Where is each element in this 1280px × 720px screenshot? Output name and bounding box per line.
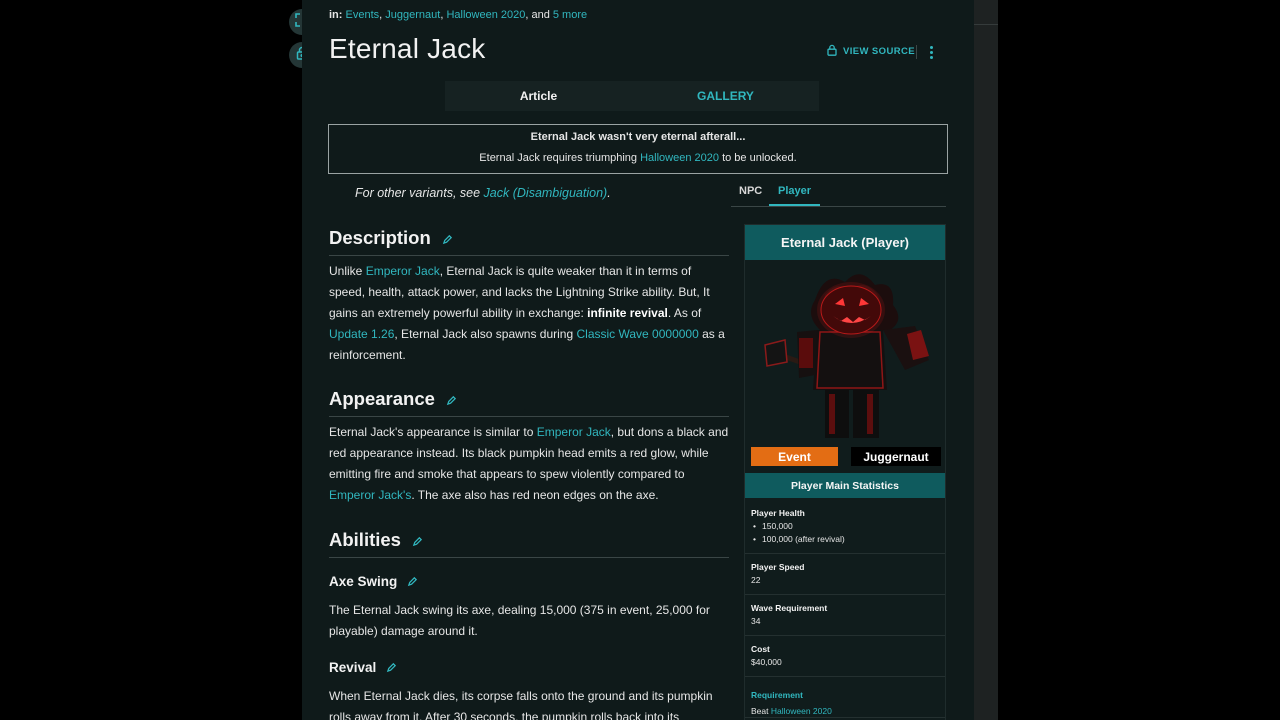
- infobox: Eternal Jack (Player) Event Juggernaut P…: [744, 224, 946, 720]
- revival-text: When Eternal Jack dies, its corpse falls…: [329, 689, 713, 720]
- notice-box: Eternal Jack wasn't very eternal afteral…: [328, 124, 948, 174]
- edit-icon[interactable]: [412, 530, 423, 552]
- tab-npc[interactable]: NPC: [739, 185, 762, 197]
- infobox-badges: Event Juggernaut: [751, 447, 941, 467]
- stat-requirement: Requirement Beat Halloween 2020: [745, 677, 945, 718]
- emperor-jack-link[interactable]: Emperor Jack: [537, 425, 611, 439]
- emperor-jack-link[interactable]: Emperor Jack: [366, 264, 440, 278]
- subsection-heading-axe-swing: Axe Swing: [329, 574, 418, 590]
- axe-swing-text: The Eternal Jack swing its axe, dealing …: [329, 603, 710, 638]
- category-link-halloween-2020[interactable]: Halloween 2020: [446, 9, 525, 21]
- appearance-text: Eternal Jack's appearance is similar to …: [329, 425, 729, 502]
- description-text: Unlike Emperor Jack, Eternal Jack is qui…: [329, 264, 725, 362]
- scrollbar-track[interactable]: [974, 0, 998, 720]
- active-tab-indicator: [769, 204, 820, 206]
- list-item: 150,000: [751, 520, 945, 533]
- category-more-link[interactable]: 5 more: [553, 9, 587, 21]
- page-tabs: Article GALLERY: [445, 81, 819, 111]
- more-options-icon[interactable]: [924, 43, 938, 61]
- category-link-events[interactable]: Events: [346, 9, 380, 21]
- lock-icon: [826, 44, 838, 59]
- page-title: Eternal Jack: [329, 33, 486, 64]
- jack-disambiguation-link[interactable]: Jack (Disambiguation): [484, 186, 608, 200]
- tab-gallery[interactable]: GALLERY: [632, 81, 819, 111]
- stat-player-health: Player Health 150,000 100,000 (after rev…: [745, 500, 945, 554]
- edit-icon[interactable]: [442, 228, 453, 250]
- variants-note: For other variants, see Jack (Disambigua…: [355, 186, 611, 200]
- tab-article[interactable]: Article: [445, 81, 632, 111]
- section-heading-appearance: Appearance: [329, 388, 729, 418]
- tab-player[interactable]: Player: [778, 185, 811, 197]
- variant-tabber: NPC Player: [731, 180, 946, 207]
- stat-label: Cost: [751, 644, 770, 654]
- breadcrumb: in: Events, Juggernaut, Halloween 2020, …: [329, 9, 588, 21]
- update-126-link[interactable]: Update 1.26: [329, 327, 394, 341]
- stat-label: Player Health: [751, 508, 805, 518]
- section-heading-abilities: Abilities: [329, 529, 729, 559]
- stat-player-speed: Player Speed 22: [745, 554, 945, 595]
- stat-cost: Cost $40,000: [745, 636, 945, 677]
- halloween-2020-link[interactable]: Halloween 2020: [771, 706, 832, 716]
- section-heading-description: Description: [329, 227, 729, 257]
- event-badge[interactable]: Event: [751, 447, 838, 466]
- notice-heading: Eternal Jack wasn't very eternal afteral…: [530, 131, 746, 143]
- stats-heading: Player Main Statistics: [745, 473, 945, 498]
- category-link-juggernaut[interactable]: Juggernaut: [385, 9, 440, 21]
- edit-icon[interactable]: [407, 575, 418, 590]
- halloween-2020-link[interactable]: Halloween 2020: [640, 152, 719, 164]
- requirement-link[interactable]: Requirement: [751, 690, 803, 700]
- infobox-title: Eternal Jack (Player): [745, 225, 945, 260]
- view-source-label: VIEW SOURCE: [843, 46, 915, 57]
- divider: [974, 24, 998, 25]
- article-page: in: Events, Juggernaut, Halloween 2020, …: [302, 0, 974, 720]
- stat-value: 34: [751, 616, 761, 626]
- stat-label: Wave Requirement: [751, 603, 828, 613]
- edit-icon[interactable]: [386, 661, 397, 676]
- stat-value-list: 150,000 100,000 (after revival): [751, 520, 945, 546]
- stat-value: Beat Halloween 2020: [751, 706, 832, 716]
- breadcrumb-and: , and: [525, 9, 550, 21]
- stat-label: Player Speed: [751, 562, 805, 572]
- view-source-button[interactable]: VIEW SOURCE: [826, 44, 915, 59]
- divider: [916, 45, 917, 59]
- stat-value: 22: [751, 575, 761, 585]
- juggernaut-badge[interactable]: Juggernaut: [851, 447, 941, 466]
- list-item: 100,000 (after revival): [751, 533, 945, 546]
- classic-wave-link[interactable]: Classic Wave 0000000: [576, 327, 698, 341]
- emperor-jack-link[interactable]: Emperor Jack's: [329, 488, 411, 502]
- notice-text: Eternal Jack requires triumphing Hallowe…: [479, 152, 797, 164]
- stat-value: $40,000: [751, 657, 782, 667]
- character-image[interactable]: [745, 260, 945, 445]
- edit-icon[interactable]: [446, 389, 457, 411]
- subsection-heading-revival: Revival: [329, 660, 397, 676]
- breadcrumb-prefix: in:: [329, 9, 343, 21]
- stat-wave-requirement: Wave Requirement 34: [745, 595, 945, 636]
